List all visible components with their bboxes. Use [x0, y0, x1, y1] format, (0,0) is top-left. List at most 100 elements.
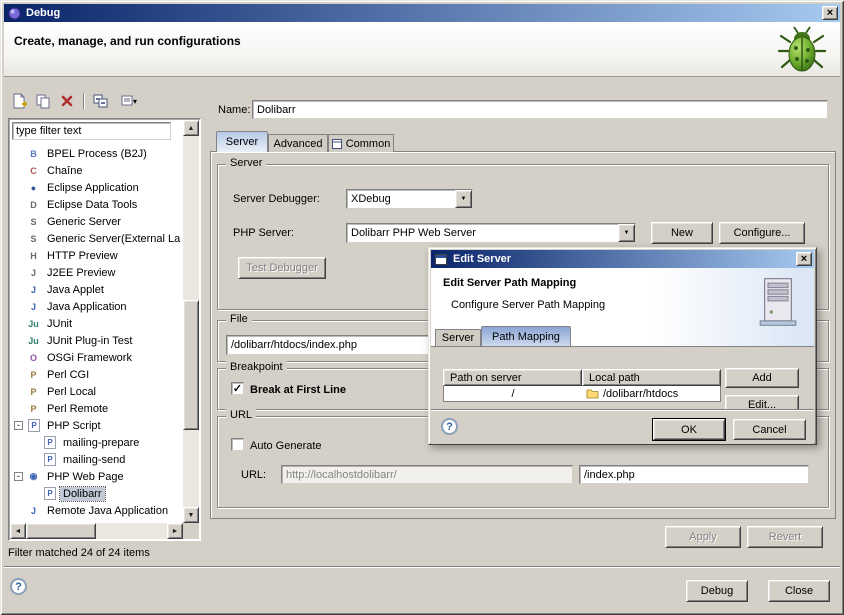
tree-item-label: Java Application — [44, 300, 130, 314]
ok-button[interactable]: OK — [653, 419, 725, 440]
cancel-button[interactable]: Cancel — [733, 419, 806, 440]
tree-item-label: Java Applet — [44, 283, 107, 297]
tab-server[interactable]: Server — [216, 131, 268, 152]
scroll-down-icon[interactable]: ▼ — [183, 507, 199, 523]
url-label: URL: — [241, 469, 266, 481]
php-server-dropdown-icon[interactable]: ▼ — [618, 224, 635, 242]
footer-separator — [4, 566, 840, 568]
tree-item[interactable]: -◉PHP Web Page — [11, 468, 182, 485]
column-header-path-on-server[interactable]: Path on server — [443, 369, 582, 386]
close-button[interactable]: Close — [768, 580, 830, 602]
server-image — [758, 276, 798, 328]
tree-item[interactable]: CChaîne — [11, 162, 182, 179]
scroll-left-icon[interactable]: ◄ — [10, 523, 26, 539]
new-configuration-icon[interactable] — [8, 91, 30, 111]
url-group-legend: URL — [226, 409, 256, 421]
php-web-page-icon: ◉ — [26, 470, 41, 484]
tree-item[interactable]: ●Eclipse Application — [11, 179, 182, 196]
menu-dropdown-arrow-icon[interactable]: ▾ — [133, 97, 137, 106]
horizontal-scroll-thumb[interactable] — [26, 523, 96, 539]
tree-item[interactable]: PPerl CGI — [11, 366, 182, 383]
tree-item[interactable]: -PPHP Script — [11, 417, 182, 434]
duplicate-configuration-icon[interactable] — [32, 91, 54, 111]
scroll-up-icon[interactable]: ▲ — [183, 120, 199, 136]
configure-server-button[interactable]: Configure... — [719, 222, 805, 244]
url-path-input[interactable] — [579, 465, 809, 484]
tree-item[interactable]: PPerl Remote — [11, 400, 182, 417]
scroll-right-icon[interactable]: ► — [167, 523, 183, 539]
name-label: Name: — [218, 104, 250, 116]
tree-item[interactable]: HHTTP Preview — [11, 247, 182, 264]
help-icon[interactable]: ? — [10, 578, 27, 595]
tree-item[interactable]: JJ2EE Preview — [11, 264, 182, 281]
edit-server-dialog-icon — [435, 253, 449, 266]
dialog-heading: Edit Server Path Mapping — [443, 277, 576, 289]
banner-title: Create, manage, and run configurations — [14, 34, 241, 48]
tree-item[interactable]: JJava Application — [11, 298, 182, 315]
tree-item[interactable]: JuJUnit Plug-in Test — [11, 332, 182, 349]
auto-generate-checkbox[interactable] — [231, 438, 244, 451]
dialog-tab-server[interactable]: Server — [435, 329, 481, 346]
tree-item[interactable]: JuJUnit — [11, 315, 182, 332]
tree-item[interactable]: OOSGi Framework — [11, 349, 182, 366]
tree-item[interactable]: SGeneric Server(External La — [11, 230, 182, 247]
path-mapping-row[interactable]: / /dolibarr/htdocs — [443, 386, 721, 402]
delete-configuration-icon[interactable] — [56, 91, 78, 111]
tree-item[interactable]: PDolibarr — [11, 485, 182, 502]
php-file-icon: P — [44, 436, 56, 449]
bug-icon — [776, 24, 828, 76]
test-debugger-button[interactable]: Test Debugger — [238, 257, 326, 279]
php-server-label: PHP Server: — [233, 227, 294, 239]
vertical-scroll-thumb[interactable] — [183, 300, 199, 430]
tree-item-label: Perl Local — [44, 385, 99, 399]
tree-item[interactable]: JRemote Java Application — [11, 502, 182, 519]
perl-cgi-icon: P — [26, 368, 41, 382]
name-input[interactable] — [252, 100, 828, 119]
filter-input[interactable] — [12, 122, 171, 140]
collapse-expander-icon[interactable]: - — [11, 472, 26, 481]
add-mapping-button[interactable]: Add — [725, 368, 799, 388]
tree-item[interactable]: Pmailing-prepare — [11, 434, 182, 451]
revert-button[interactable]: Revert — [747, 526, 823, 548]
view-menu-icon[interactable]: ▾ — [114, 91, 144, 111]
tree-item[interactable]: SGeneric Server — [11, 213, 182, 230]
tree-horizontal-scrollbar[interactable]: ◄ ► — [10, 523, 183, 539]
tree-item-label: Eclipse Application — [44, 181, 142, 195]
tree-item[interactable]: BBPEL Process (B2J) — [11, 145, 182, 162]
php-server-combo[interactable]: Dolibarr PHP Web Server ▼ — [346, 223, 636, 243]
tree-item[interactable]: Pmailing-send — [11, 451, 182, 468]
dialog-close-button[interactable]: × — [796, 252, 812, 266]
dialog-titlebar[interactable]: Edit Server × — [431, 250, 814, 268]
tree-item-label: PHP Web Page — [44, 470, 127, 484]
tree-item-label: mailing-prepare — [60, 436, 142, 450]
new-server-button[interactable]: New — [651, 222, 713, 244]
tab-common[interactable]: Common — [328, 134, 394, 152]
collapse-expander-icon[interactable]: - — [11, 421, 26, 430]
window-close-button[interactable]: × — [822, 6, 838, 20]
server-debugger-combo[interactable]: XDebug ▼ — [346, 189, 473, 209]
local-path-value: /dolibarr/htdocs — [603, 388, 678, 400]
apply-button[interactable]: Apply — [665, 526, 741, 548]
dialog-tab-path-mapping[interactable]: Path Mapping — [481, 326, 571, 346]
tree-item-label: BPEL Process (B2J) — [44, 147, 150, 161]
tree-vertical-scrollbar[interactable]: ▲ ▼ — [183, 120, 199, 523]
column-header-local-path[interactable]: Local path — [582, 369, 721, 386]
break-first-line-checkbox[interactable]: ✓ — [231, 382, 244, 395]
url-base-input[interactable] — [281, 465, 573, 484]
remote-java-application-icon: J — [26, 504, 41, 518]
dialog-button-bar: ? OK Cancel — [431, 409, 814, 444]
tree-item-label: Eclipse Data Tools — [44, 198, 140, 212]
tree-item[interactable]: JJava Applet — [11, 281, 182, 298]
collapse-all-icon[interactable] — [90, 91, 112, 111]
tab-advanced[interactable]: Advanced — [268, 134, 328, 152]
osgi-framework-icon: O — [26, 351, 41, 365]
tree-item[interactable]: PPerl Local — [11, 383, 182, 400]
server-debugger-dropdown-icon[interactable]: ▼ — [455, 190, 472, 208]
tree-item[interactable]: DEclipse Data Tools — [11, 196, 182, 213]
tree-item-label: HTTP Preview — [44, 249, 121, 263]
dialog-help-icon[interactable]: ? — [441, 418, 458, 435]
debug-button[interactable]: Debug — [686, 580, 748, 602]
path-mapping-table: Path on server Local path / /dolibarr/ht… — [443, 369, 721, 402]
configuration-tree: BBPEL Process (B2J)CChaîne●Eclipse Appli… — [11, 145, 182, 522]
window-titlebar[interactable]: Debug × — [4, 4, 840, 22]
